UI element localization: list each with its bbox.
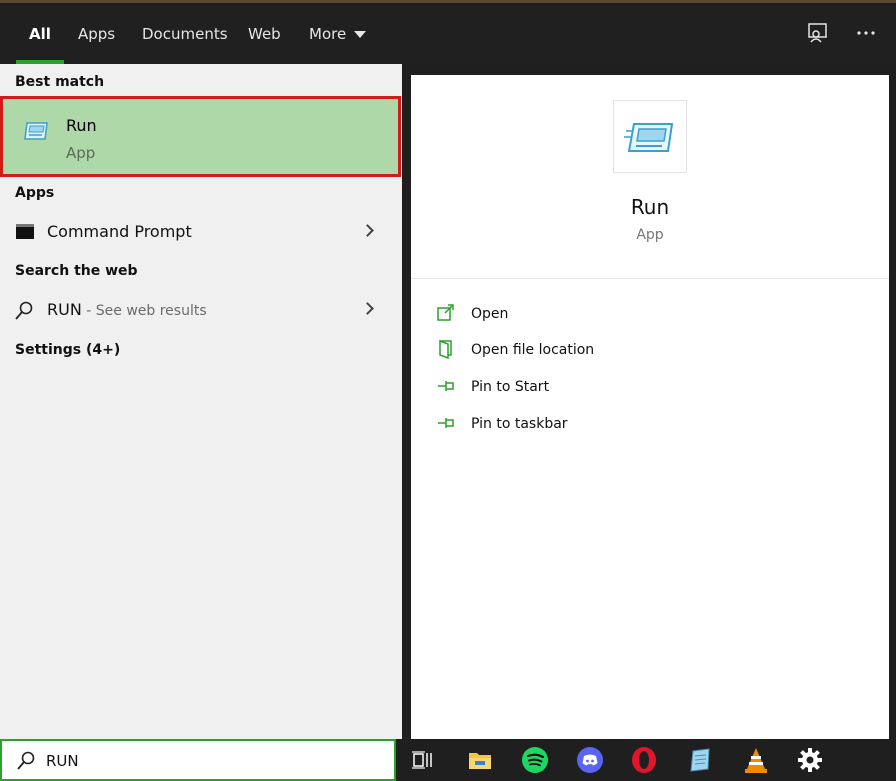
run-app-icon [23, 121, 49, 145]
search-input[interactable] [46, 750, 376, 772]
settings-heading[interactable]: Settings (4+) [15, 342, 120, 358]
results-pane: Best match Run App Apps Command Prompt S… [0, 64, 402, 739]
spotify-icon[interactable] [521, 746, 549, 774]
pin-to-start-action[interactable]: Pin to Start [436, 374, 736, 402]
pin-icon [438, 381, 454, 391]
search-icon [14, 301, 34, 325]
detail-pane: Run App Open Open file location Pin to S… [411, 75, 889, 739]
search-filter-bar: All Apps Documents Web More [0, 0, 896, 64]
best-match-run[interactable]: Run App [0, 96, 401, 177]
tab-documents[interactable]: Documents [142, 3, 228, 64]
list-item-web-search[interactable]: RUN - See web results [0, 290, 400, 330]
search-icon [16, 751, 36, 775]
notepad-icon[interactable] [686, 746, 714, 774]
more-options-icon[interactable] [855, 21, 879, 45]
chevron-right-icon[interactable] [361, 224, 374, 237]
chevron-right-icon[interactable] [361, 302, 374, 315]
open-file-location-action[interactable]: Open file location [436, 337, 736, 365]
apps-heading: Apps [15, 185, 55, 201]
tab-more[interactable]: More [309, 3, 367, 64]
tab-apps[interactable]: Apps [78, 3, 115, 64]
best-match-subtitle: App [66, 144, 96, 162]
best-match-heading: Best match [15, 74, 105, 90]
taskbar [396, 739, 896, 781]
pin-to-taskbar-action[interactable]: Pin to taskbar [436, 411, 736, 439]
discord-icon[interactable] [576, 746, 604, 774]
tab-all[interactable]: All [16, 3, 64, 64]
file-explorer-icon[interactable] [466, 746, 494, 774]
command-prompt-icon [16, 224, 34, 243]
feedback-icon[interactable] [806, 21, 830, 45]
folder-location-icon [439, 339, 452, 359]
command-prompt-label: Command Prompt [47, 222, 192, 241]
list-item-command-prompt[interactable]: Command Prompt [0, 212, 400, 252]
divider [411, 278, 889, 279]
detail-app-type: App [636, 227, 664, 243]
best-match-title: Run [66, 116, 97, 135]
web-result-label: RUN - See web results [47, 300, 207, 319]
settings-gear-icon[interactable] [796, 746, 824, 774]
open-action[interactable]: Open [436, 301, 736, 329]
tab-web[interactable]: Web [248, 3, 281, 64]
open-icon [437, 304, 454, 321]
detail-app-name: Run [630, 195, 670, 219]
pin-icon [438, 418, 454, 428]
search-web-heading: Search the web [15, 263, 138, 279]
vlc-icon[interactable] [742, 746, 770, 774]
opera-icon[interactable] [630, 746, 658, 774]
chevron-down-icon [354, 31, 367, 38]
task-view-icon[interactable] [408, 746, 436, 774]
run-app-large-icon [613, 100, 687, 173]
taskbar-search-box[interactable] [0, 739, 396, 781]
